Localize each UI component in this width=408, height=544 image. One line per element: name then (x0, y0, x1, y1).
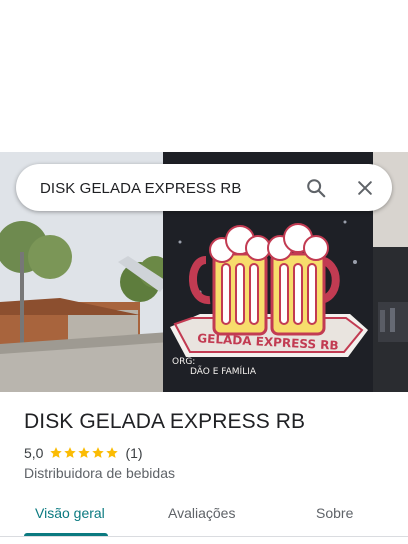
star-icon (64, 447, 77, 458)
star-icon (106, 447, 119, 458)
search-button[interactable] (302, 174, 330, 202)
review-count[interactable]: (1) (125, 445, 142, 461)
star-icon (92, 447, 105, 458)
tab-sobre[interactable]: Sobre (316, 505, 353, 521)
place-category[interactable]: Distribuidora de bebidas (24, 465, 175, 481)
rating-stars (49, 446, 119, 460)
rating-row: 5,0 (1) (24, 444, 143, 462)
place-tabs: Visão geral Avaliações Sobre (0, 493, 408, 537)
search-input[interactable] (40, 177, 290, 199)
tab-visao-geral[interactable]: Visão geral (35, 505, 105, 521)
search-icon (307, 179, 326, 198)
sign-footer-right: DÃO E FAMÍLIA (190, 365, 257, 377)
close-button[interactable] (351, 174, 379, 202)
tab-avaliacoes[interactable]: Avaliações (168, 505, 235, 521)
place-name: DISK GELADA EXPRESS RB (24, 410, 306, 433)
sign-footer-left: ORG: (172, 357, 195, 367)
search-bar (16, 164, 392, 211)
close-icon (358, 181, 372, 195)
rating-value: 5,0 (24, 445, 44, 461)
star-icon (50, 447, 63, 458)
star-icon (78, 447, 91, 458)
tabs-divider (0, 536, 408, 537)
